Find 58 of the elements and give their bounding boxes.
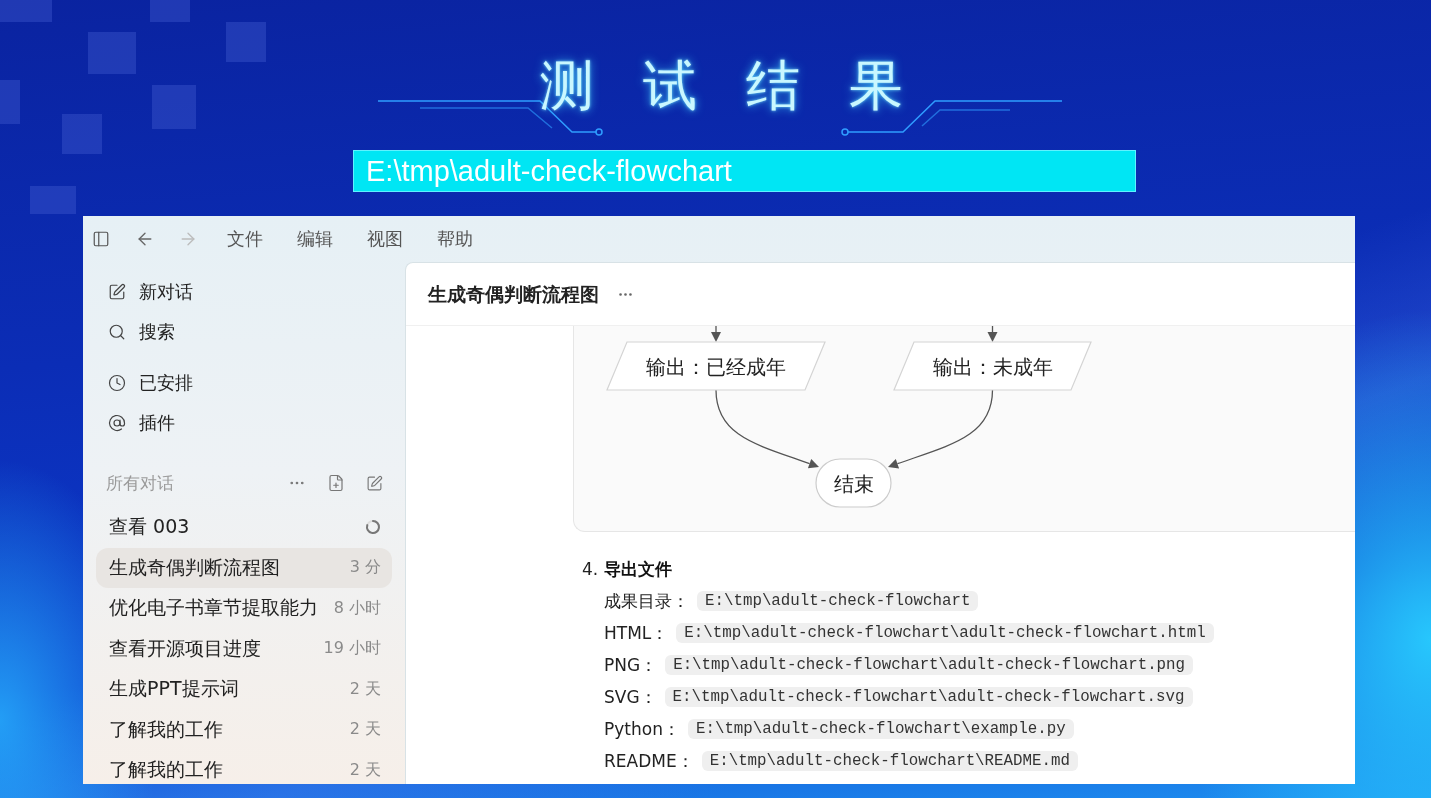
file-label: HTML：: [604, 621, 669, 645]
menu-item[interactable]: 视图: [367, 227, 403, 251]
conversation-item[interactable]: 生成奇偶判断流程图 3 分: [96, 547, 392, 588]
file-path: E:\tmp\adult-check-flowchart\adult-check-flowchart.png: [665, 655, 1194, 675]
conversation-time: 2 天: [349, 719, 381, 741]
sidebar-item[interactable]: 新对话: [83, 272, 193, 312]
connector-arrow: [711, 326, 721, 342]
conversation-title: 查看 003: [109, 514, 190, 540]
sidebar-item[interactable]: 插件: [83, 403, 175, 443]
sidebar-item[interactable]: 已安排: [83, 363, 193, 403]
sidebar-toggle-icon[interactable]: [92, 230, 110, 248]
menu-item[interactable]: 文件: [227, 227, 263, 251]
menu-item[interactable]: 编辑: [297, 227, 333, 251]
conversation-title: 了解我的工作: [109, 757, 223, 783]
file-label: 成果目录：: [604, 589, 689, 613]
clock-icon: [108, 374, 126, 392]
pen-square-icon: [108, 283, 126, 301]
conversation-time: 2 天: [349, 759, 381, 781]
search-icon: [108, 323, 126, 341]
conversation-item[interactable]: 优化电子书章节提取能力 8 小时: [96, 588, 392, 629]
conversation-time: 2 天: [349, 678, 381, 700]
conversation-time: 8 小时: [333, 597, 381, 619]
conversation-item[interactable]: 了解我的工作 2 天: [96, 709, 392, 750]
file-path: E:\tmp\adult-check-flowchart\example.py: [687, 719, 1074, 739]
conversation-title: 优化电子书章节提取能力: [109, 595, 318, 621]
end-node: 结束: [815, 458, 892, 508]
file-path: E:\tmp\adult-check-flowchart: [697, 591, 979, 611]
conversation-title: 了解我的工作: [109, 716, 223, 742]
menu-item[interactable]: 帮助: [437, 227, 473, 251]
conversation-title: 生成奇偶判断流程图: [109, 554, 280, 580]
step-number: 4.: [582, 559, 600, 579]
connector-arrow: [987, 326, 998, 342]
conversation-title: 生成PPT提示词: [109, 676, 239, 702]
sidebar-item[interactable]: 搜索: [83, 312, 175, 352]
conversation-title: 查看开源项目进度: [109, 635, 261, 661]
file-label: SVG：: [604, 685, 657, 709]
pen-square-icon[interactable]: [366, 474, 383, 492]
conversation-time: 3 分: [349, 557, 381, 579]
step-title: 导出文件: [604, 557, 672, 581]
conversation-time: 19 小时: [323, 638, 381, 660]
file-label: PNG：: [604, 653, 658, 677]
file-label: README：: [604, 749, 694, 773]
conversation-item[interactable]: 查看开源项目进度 19 小时: [96, 628, 392, 669]
file-plus-icon[interactable]: [327, 474, 345, 492]
conversation-item[interactable]: 查看 003: [96, 507, 392, 548]
path-banner: E:\tmp\adult-check-flowchart: [353, 150, 1136, 192]
conversation-item[interactable]: 了解我的工作 2 天: [96, 750, 392, 784]
output-node: 输出：未成年: [893, 341, 1092, 391]
conversation-item[interactable]: 生成PPT提示词 2 天: [96, 669, 392, 710]
output-node: 输出：已经成年: [606, 341, 826, 391]
at-sign-icon: [108, 414, 126, 432]
file-path: E:\tmp\adult-check-flowchart\adult-check-flowchart.html: [676, 623, 1214, 643]
chat-title: 生成奇偶判断流程图: [428, 282, 599, 307]
file-label: Python：: [604, 717, 680, 741]
slide-title: 测 试 结 果: [539, 55, 920, 117]
section-title: 所有对话: [106, 471, 175, 495]
file-path: E:\tmp\adult-check-flowchart\README.md: [701, 751, 1078, 771]
file-path: E:\tmp\adult-check-flowchart\adult-check-flowchart.svg: [664, 687, 1193, 707]
